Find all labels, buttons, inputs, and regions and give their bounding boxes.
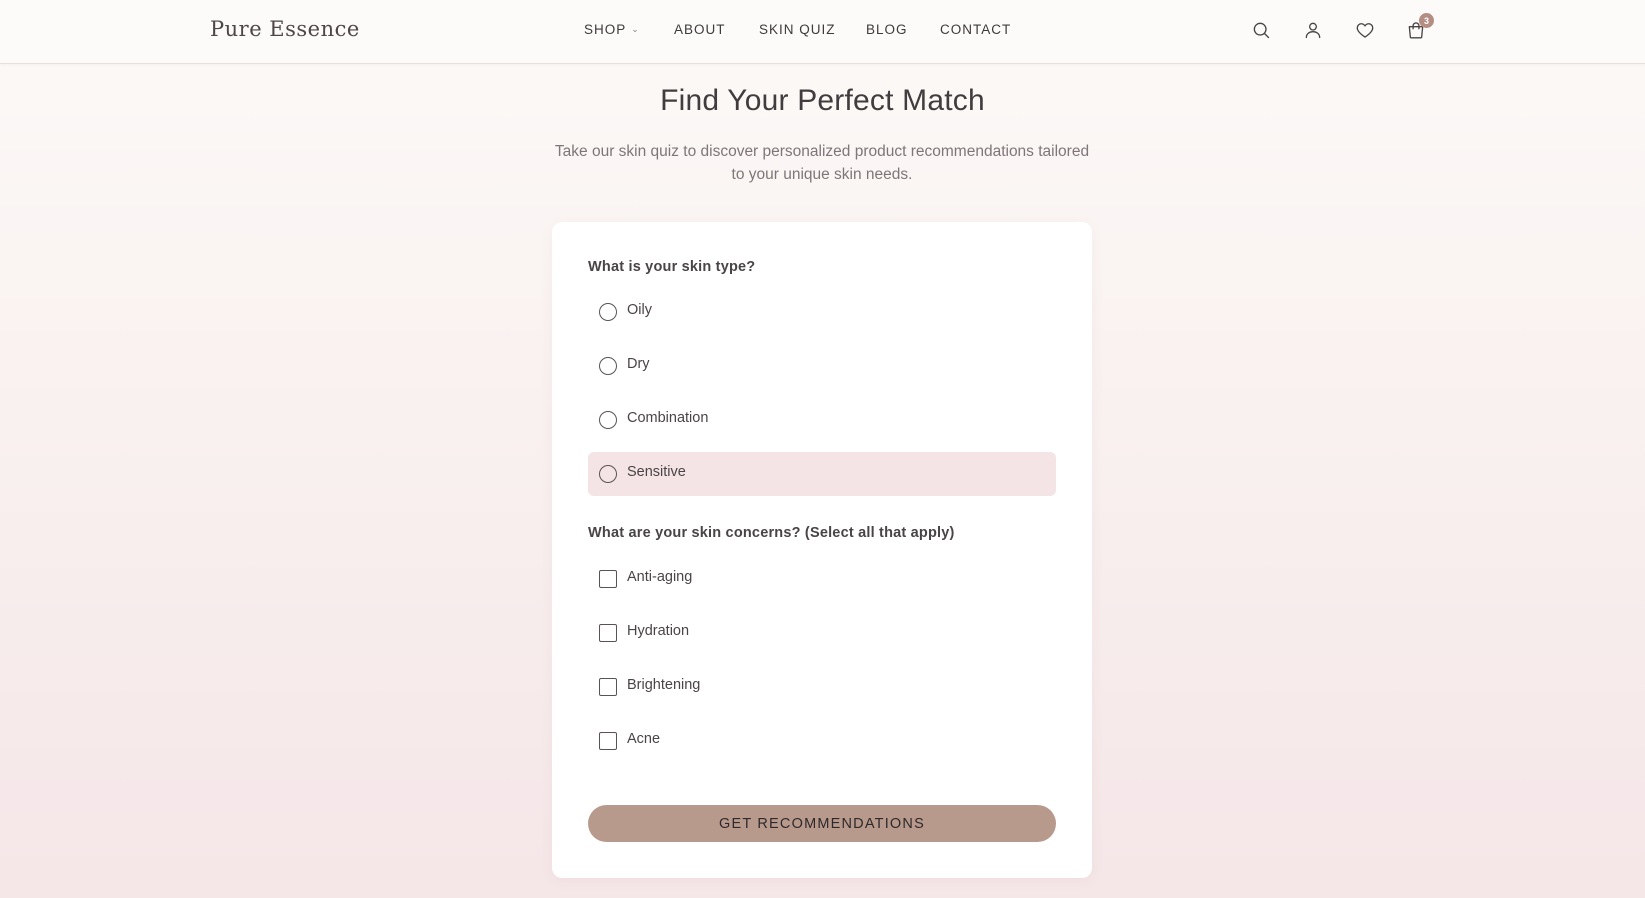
page-title: Find Your Perfect Match bbox=[660, 84, 985, 117]
user-icon bbox=[1305, 22, 1321, 39]
skin-type-option-dry[interactable]: Dry bbox=[588, 344, 1056, 388]
option-label: Acne bbox=[627, 731, 661, 747]
heart-icon bbox=[1356, 23, 1374, 38]
option-label: Oily bbox=[627, 302, 652, 318]
get-recommendations-button[interactable]: GET RECOMMENDATIONS bbox=[588, 805, 1056, 842]
option-label: Anti-aging bbox=[627, 569, 693, 585]
search-icon bbox=[1253, 22, 1270, 39]
checkbox[interactable] bbox=[599, 732, 617, 750]
radio-button[interactable] bbox=[599, 411, 617, 429]
skin-type-option-combination[interactable]: Combination bbox=[588, 398, 1056, 442]
skin-concerns-question: What are your skin concerns? (Select all… bbox=[588, 525, 955, 541]
nav-item-about[interactable]: ABOUT bbox=[674, 22, 726, 37]
option-label: Hydration bbox=[627, 623, 690, 639]
nav-item-shop-label: SHOP bbox=[584, 22, 627, 37]
radio-button[interactable] bbox=[599, 465, 617, 483]
cart-count-badge: 3 bbox=[1419, 13, 1434, 28]
nav-item-shop[interactable]: SHOP ⌄ bbox=[584, 22, 640, 37]
checkbox[interactable] bbox=[599, 570, 617, 588]
search-button[interactable] bbox=[1247, 16, 1275, 44]
main-nav: SHOP ⌄ ABOUT SKIN QUIZ BLOG CONTACT bbox=[0, 22, 1645, 42]
account-button[interactable] bbox=[1299, 16, 1327, 44]
checkbox[interactable] bbox=[599, 624, 617, 642]
skin-type-option-sensitive[interactable]: Sensitive bbox=[588, 452, 1056, 496]
option-label: Brightening bbox=[627, 677, 701, 693]
page-subtitle: Take our skin quiz to discover personali… bbox=[554, 143, 1090, 183]
option-label: Sensitive bbox=[627, 464, 686, 480]
skin-type-option-oily[interactable]: Oily bbox=[588, 290, 1056, 334]
nav-item-skin-quiz[interactable]: SKIN QUIZ bbox=[759, 22, 836, 37]
concern-option-brightening[interactable]: Brightening bbox=[588, 665, 1056, 709]
skin-quiz-card: What is your skin type? Oily Dry Combina… bbox=[552, 222, 1092, 878]
option-label: Dry bbox=[627, 356, 650, 372]
radio-button[interactable] bbox=[599, 303, 617, 321]
concern-option-anti-aging[interactable]: Anti-aging bbox=[588, 557, 1056, 601]
nav-item-blog[interactable]: BLOG bbox=[866, 22, 908, 37]
nav-item-contact[interactable]: CONTACT bbox=[940, 22, 1011, 37]
site-header: Pure Essence SHOP ⌄ ABOUT SKIN QUIZ BLOG … bbox=[0, 0, 1645, 64]
option-label: Combination bbox=[627, 410, 709, 426]
radio-button[interactable] bbox=[599, 357, 617, 375]
skin-type-question: What is your skin type? bbox=[588, 259, 756, 275]
checkbox[interactable] bbox=[599, 678, 617, 696]
wishlist-button[interactable] bbox=[1351, 16, 1379, 44]
concern-option-acne[interactable]: Acne bbox=[588, 719, 1056, 763]
chevron-down-icon: ⌄ bbox=[631, 24, 640, 34]
concern-option-hydration[interactable]: Hydration bbox=[588, 611, 1056, 655]
